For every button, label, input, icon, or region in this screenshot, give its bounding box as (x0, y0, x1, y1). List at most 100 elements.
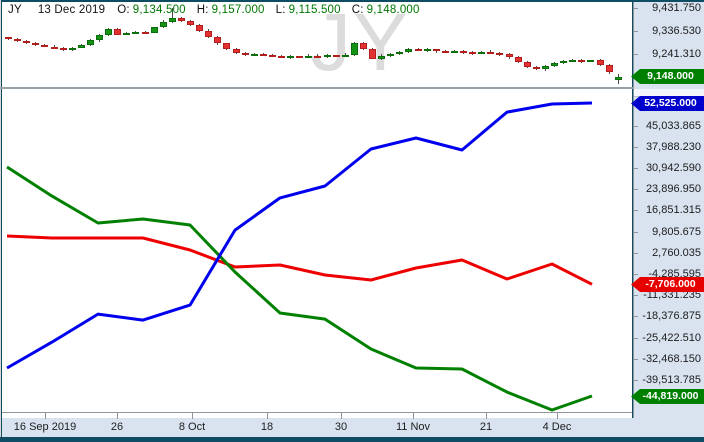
y-axis-tick (633, 253, 638, 254)
candle-body (233, 49, 240, 54)
candle-body (533, 67, 540, 70)
x-tick-mark (267, 412, 268, 419)
candle-body (123, 33, 130, 36)
candle-body (333, 55, 340, 58)
high-value: 9,157.000 (211, 4, 265, 16)
candle-body (196, 25, 203, 31)
x-tick-mark (557, 412, 558, 419)
y-axis-tick (633, 316, 638, 317)
candle-body (305, 55, 312, 58)
y-axis-tick (633, 168, 638, 169)
candle-body (105, 28, 112, 35)
y-axis-label: 9,336.530 (652, 25, 701, 37)
candle-body (78, 44, 85, 48)
candle-body (405, 49, 412, 52)
blue-line-value-badge: 52,525.000 (631, 96, 704, 111)
y-axis-tick (633, 274, 638, 275)
x-tick-label: 4 Dec (542, 421, 572, 433)
x-tick-mark (45, 412, 46, 419)
x-tick-label: 26 (110, 421, 124, 433)
open-label: O: (117, 4, 130, 16)
x-tick-label: 30 (334, 421, 348, 433)
open-value: 9,134.500 (132, 4, 186, 16)
candle-body (187, 20, 194, 26)
candle-body (260, 53, 267, 56)
candle-body (442, 51, 449, 54)
date-label: 13 Dec 2019 (37, 4, 106, 16)
y-axis-tick (633, 338, 638, 339)
y-axis-label: 9,241.310 (652, 48, 701, 60)
candle-body (587, 60, 594, 63)
y-axis-label: 9,431.750 (652, 2, 701, 14)
panel-separator[interactable] (0, 87, 704, 89)
last-price-badge: 9,148.000 (631, 69, 704, 84)
y-axis-label: -32,468.150 (642, 353, 701, 365)
candle-body (223, 43, 230, 49)
candle-body (296, 56, 303, 59)
candle-body (32, 42, 39, 45)
close-value: 9,148.000 (366, 4, 420, 16)
candle-body (214, 36, 221, 44)
x-tick-mark (486, 412, 487, 419)
axis-separator-band (634, 89, 704, 97)
vertical-gridline (0, 0, 1, 410)
y-axis-tick (633, 232, 638, 233)
candle-body (542, 65, 549, 70)
y-axis-label: 23,896.950 (645, 183, 701, 195)
y-axis-label: 2,760.035 (652, 247, 701, 259)
candle-body (451, 51, 458, 54)
y-axis-label: 16,851.315 (645, 204, 701, 216)
candle-body (551, 62, 558, 66)
candle-body (178, 18, 185, 21)
x-axis[interactable] (2, 418, 704, 437)
x-tick-label: 21 (479, 421, 493, 433)
candle-body (487, 51, 494, 54)
x-tick-label: 16 Sep 2019 (13, 421, 77, 433)
candle-body (14, 39, 21, 42)
candle-body (351, 42, 358, 55)
y-axis-label: 30,942.590 (645, 162, 701, 174)
y-axis-label: -25,422.510 (642, 332, 701, 344)
y-axis-label: -39,513.785 (642, 374, 701, 386)
y-axis-tick (633, 54, 638, 55)
candle-body (415, 49, 422, 51)
ohlc-legend: JY 13 Dec 2019 O: 9,134.500 H: 9,157.000 L: 9,1… (8, 4, 431, 16)
low-label: L: (275, 4, 286, 16)
red-line-value-badge: -7,706.000 (631, 277, 704, 292)
y-axis-tick (633, 210, 638, 211)
candle-body (87, 40, 94, 45)
candle-body (169, 18, 176, 22)
bottom-frame-bar (0, 437, 704, 442)
candle-body (287, 56, 294, 59)
candle-body (569, 60, 576, 63)
candle-body (23, 41, 30, 44)
y-axis-tick (633, 8, 638, 9)
candle-body (114, 28, 121, 35)
candle-body (242, 53, 249, 56)
close-label: C: (351, 4, 364, 16)
x-tick-mark (117, 412, 118, 419)
candle-body (60, 48, 67, 51)
green-line-value-badge: -44,819.000 (631, 389, 704, 404)
candle-body (515, 57, 522, 63)
candle-body (606, 64, 613, 73)
candle-body (615, 76, 622, 80)
candle-body (506, 54, 513, 58)
y-axis-tick (633, 359, 638, 360)
candle-body (578, 60, 585, 63)
candle-body (142, 31, 149, 34)
candle-body (387, 53, 394, 56)
x-tick-mark (413, 412, 414, 419)
candle-body (96, 34, 103, 41)
candle-body (41, 44, 48, 47)
candle-body (5, 37, 12, 40)
candle-body (278, 56, 285, 59)
x-tick-mark (192, 412, 193, 419)
y-axis-tick (633, 380, 638, 381)
candle-body (369, 49, 376, 59)
y-axis-label: 45,033.865 (645, 120, 701, 132)
x-tick-label: 18 (260, 421, 274, 433)
candle-body (69, 47, 76, 50)
candle-body (378, 55, 385, 59)
y-axis-tick (633, 189, 638, 190)
